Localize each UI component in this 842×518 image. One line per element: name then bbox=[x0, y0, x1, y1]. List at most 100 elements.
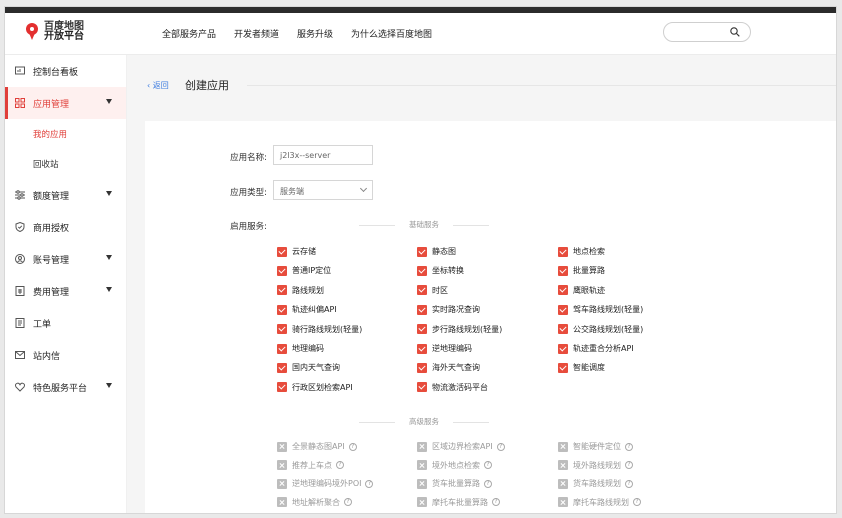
service-checkbox[interactable]: 物流激活码平台 bbox=[417, 382, 488, 393]
help-icon[interactable]: ? bbox=[344, 498, 352, 507]
service-checkbox[interactable]: 智能调度 bbox=[558, 362, 605, 373]
service-checkbox[interactable]: 地理编码 bbox=[277, 343, 324, 354]
sidebar-item-fees[interactable]: 费用管理 bbox=[5, 275, 126, 307]
service-checkbox[interactable]: 轨迹纠偏API bbox=[277, 304, 337, 315]
advanced-services-header: 高级服务 bbox=[359, 416, 489, 428]
sidebar-subitem-my-apps[interactable]: 我的应用 bbox=[5, 119, 126, 149]
baidu-map-logo[interactable]: 百度地图 开放平台 bbox=[25, 22, 84, 42]
checkbox-checked-icon[interactable] bbox=[277, 246, 287, 257]
chevron-down-icon bbox=[359, 184, 368, 193]
checkbox-disabled-icon bbox=[417, 497, 427, 508]
checkbox-checked-icon[interactable] bbox=[417, 246, 427, 257]
service-checkbox[interactable]: 时区 bbox=[417, 285, 448, 296]
checkbox-disabled-icon bbox=[417, 478, 427, 489]
help-icon[interactable]: ? bbox=[633, 498, 641, 507]
help-icon[interactable]: ? bbox=[496, 442, 505, 451]
main-content: ‹ 返回 创建应用 应用名称: j2l3x--server 应用类型: 服务端 … bbox=[127, 55, 836, 513]
search-icon[interactable] bbox=[730, 27, 740, 37]
service-checkbox[interactable]: 驾车路线规划(轻量) bbox=[558, 304, 643, 315]
service-checkbox[interactable]: 逆地理编码 bbox=[417, 343, 472, 354]
checkbox-checked-icon[interactable] bbox=[558, 265, 568, 276]
checkbox-checked-icon[interactable] bbox=[558, 246, 568, 257]
sidebar-item-app-management[interactable]: 应用管理 bbox=[5, 87, 126, 119]
service-checkbox[interactable]: 云存储 bbox=[277, 246, 316, 257]
checkbox-checked-icon[interactable] bbox=[277, 265, 287, 276]
service-checkbox[interactable]: 公交路线规划(轻量) bbox=[558, 324, 643, 335]
nav-all-products[interactable]: 全部服务产品 bbox=[162, 27, 216, 40]
checkbox-checked-icon[interactable] bbox=[417, 324, 427, 335]
checkbox-checked-icon[interactable] bbox=[277, 382, 287, 393]
header: 百度地图 开放平台 全部服务产品 开发者频道 服务升级 为什么选择百度地图 bbox=[5, 13, 836, 55]
checkbox-checked-icon[interactable] bbox=[417, 304, 427, 315]
service-label: 驾车路线规划(轻量) bbox=[573, 305, 644, 315]
service-checkbox[interactable]: 鹰眼轨迹 bbox=[558, 285, 605, 296]
checkbox-checked-icon[interactable] bbox=[558, 285, 568, 296]
checkbox-checked-icon[interactable] bbox=[277, 304, 287, 315]
service-checkbox[interactable]: 海外天气查询 bbox=[417, 362, 480, 373]
service-checkbox[interactable]: 轨迹重合分析API bbox=[558, 343, 634, 354]
service-checkbox[interactable]: 坐标转换 bbox=[417, 265, 464, 276]
sidebar-item-inbox[interactable]: 站内信 bbox=[5, 339, 126, 371]
nav-service-upgrade[interactable]: 服务升级 bbox=[297, 27, 333, 40]
help-icon[interactable]: ? bbox=[492, 498, 500, 507]
sidebar-item-label: 控制台看板 bbox=[33, 67, 79, 78]
checkbox-checked-icon[interactable] bbox=[277, 343, 287, 354]
quota-icon bbox=[15, 190, 25, 200]
service-checkbox[interactable]: 普通IP定位 bbox=[277, 265, 331, 276]
checkbox-checked-icon[interactable] bbox=[277, 362, 287, 373]
help-icon[interactable]: ? bbox=[625, 442, 633, 451]
help-icon[interactable]: ? bbox=[365, 479, 374, 488]
help-icon[interactable]: ? bbox=[484, 461, 492, 470]
sidebar-item-label: 账号管理 bbox=[33, 255, 70, 266]
help-icon[interactable]: ? bbox=[348, 442, 357, 451]
service-checkbox[interactable]: 步行路线规划(轻量) bbox=[417, 324, 502, 335]
checkbox-checked-icon[interactable] bbox=[417, 343, 427, 354]
nav-developer-channel[interactable]: 开发者频道 bbox=[234, 27, 279, 40]
sidebar-item-account[interactable]: 账号管理 bbox=[5, 243, 126, 275]
help-icon[interactable]: ? bbox=[625, 461, 633, 470]
back-label: 返回 bbox=[152, 81, 169, 90]
back-link[interactable]: ‹ 返回 bbox=[147, 80, 169, 91]
checkbox-checked-icon[interactable] bbox=[558, 362, 568, 373]
service-label: 智能调度 bbox=[573, 363, 605, 373]
sidebar-item-label: 应用管理 bbox=[33, 99, 70, 110]
checkbox-checked-icon[interactable] bbox=[417, 362, 427, 373]
service-checkbox[interactable]: 国内天气查询 bbox=[277, 362, 340, 373]
service-checkbox: 推荐上车点? bbox=[277, 460, 344, 471]
service-checkbox[interactable]: 地点检索 bbox=[558, 246, 605, 257]
app-type-select[interactable]: 服务端 bbox=[273, 180, 373, 200]
service-checkbox[interactable]: 实时路况查询 bbox=[417, 304, 480, 315]
sidebar-item-tickets[interactable]: 工单 bbox=[5, 307, 126, 339]
sidebar-item-dashboard[interactable]: 控制台看板 bbox=[5, 55, 126, 87]
checkbox-checked-icon[interactable] bbox=[417, 382, 427, 393]
nav-why-baidu-map[interactable]: 为什么选择百度地图 bbox=[351, 27, 432, 40]
service-checkbox[interactable]: 路线规划 bbox=[277, 285, 324, 296]
checkbox-checked-icon[interactable] bbox=[558, 343, 568, 354]
help-icon[interactable]: ? bbox=[336, 461, 344, 470]
checkbox-checked-icon[interactable] bbox=[277, 324, 287, 335]
service-checkbox[interactable]: 行政区划检索API bbox=[277, 382, 353, 393]
heart-icon bbox=[15, 382, 25, 392]
service-checkbox: 境外路线规划? bbox=[558, 460, 633, 471]
sidebar-item-featured-services[interactable]: 特色服务平台 bbox=[5, 371, 126, 403]
service-checkbox[interactable]: 骑行路线规划(轻量) bbox=[277, 324, 362, 335]
service-checkbox[interactable]: 批量算路 bbox=[558, 265, 605, 276]
checkbox-checked-icon[interactable] bbox=[417, 285, 427, 296]
service-label: 区域边界检索API bbox=[432, 442, 493, 451]
help-icon[interactable]: ? bbox=[625, 479, 633, 488]
search-input[interactable] bbox=[663, 22, 751, 42]
app-name-field[interactable]: j2l3x--server bbox=[273, 145, 373, 165]
checkbox-checked-icon[interactable] bbox=[558, 304, 568, 315]
service-checkbox[interactable]: 静态图 bbox=[417, 246, 456, 257]
apps-icon bbox=[15, 98, 25, 108]
sidebar-item-quota[interactable]: 额度管理 bbox=[5, 179, 126, 211]
sidebar-item-commercial-license[interactable]: 商用授权 bbox=[5, 211, 126, 243]
checkbox-checked-icon[interactable] bbox=[417, 265, 427, 276]
service-label: 坐标转换 bbox=[432, 266, 464, 276]
checkbox-checked-icon[interactable] bbox=[558, 324, 568, 335]
sidebar-subitem-recycle-bin[interactable]: 回收站 bbox=[5, 149, 126, 179]
service-label: 批量算路 bbox=[573, 266, 605, 276]
checkbox-checked-icon[interactable] bbox=[277, 285, 287, 296]
help-icon[interactable]: ? bbox=[484, 479, 492, 488]
service-checkbox: 全景静态图API? bbox=[277, 441, 357, 452]
